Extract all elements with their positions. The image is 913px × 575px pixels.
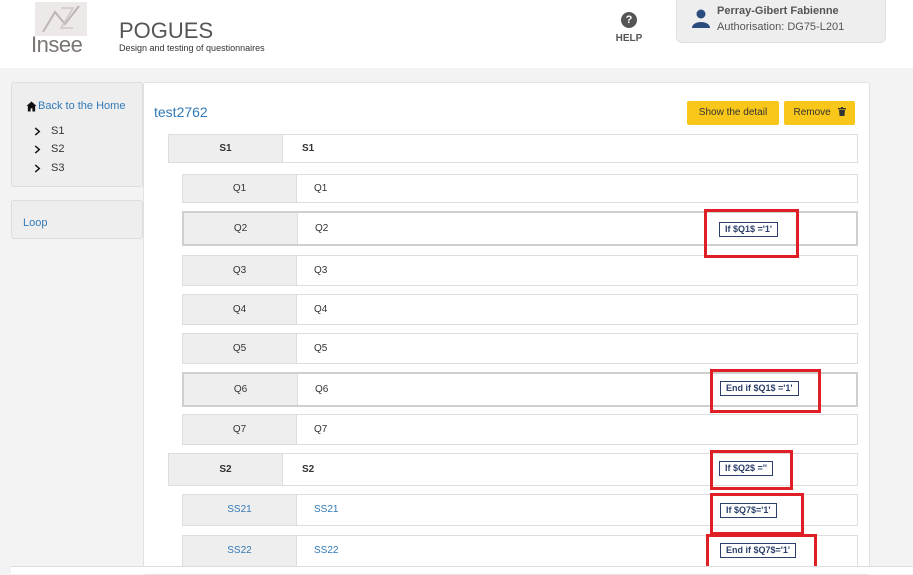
sidebar-item-label: S2 — [51, 143, 65, 155]
highlight-box — [710, 493, 804, 535]
sidebar-item-label: S1 — [51, 125, 65, 137]
highlight-box — [710, 450, 793, 490]
row-id: S1 — [169, 135, 283, 162]
sequence-row-s1[interactable]: S1 S1 — [168, 134, 858, 163]
row-label: Q7 — [314, 424, 328, 435]
question-row-q1[interactable]: Q1 Q1 — [182, 174, 858, 203]
user-name: Perray-Gibert Fabienne — [717, 5, 839, 17]
app-title: POGUES — [119, 18, 214, 43]
remove-label: Remove — [793, 107, 831, 118]
row-label: Q3 — [314, 265, 328, 276]
user-panel: Perray-Gibert Fabienne Authorisation: DG… — [676, 0, 886, 43]
row-id: Q6 — [184, 374, 298, 405]
row-id: SS21 — [183, 495, 297, 525]
sidebar-item-s1[interactable]: S1 — [34, 125, 64, 137]
user-authorisation: Authorisation: DG75-L201 — [717, 21, 845, 33]
row-label: SS21 — [314, 504, 339, 515]
row-id: Q7 — [183, 415, 297, 444]
user-icon — [692, 9, 710, 28]
sidebar-item-label: S3 — [51, 162, 65, 174]
sidebar-item-s3[interactable]: S3 — [34, 162, 64, 174]
sidebar-item-s2[interactable]: S2 — [34, 143, 64, 155]
row-id: Q4 — [183, 295, 297, 324]
row-id: Q3 — [183, 256, 297, 285]
logo-mark — [35, 2, 87, 36]
row-id: S2 — [169, 454, 283, 485]
show-detail-button[interactable]: Show the detail — [687, 101, 779, 125]
back-home-link[interactable]: Back to the Home — [26, 100, 125, 112]
chevron-right-icon — [34, 163, 41, 173]
row-label: Q5 — [314, 343, 328, 354]
app-subtitle: Design and testing of questionnaires — [119, 43, 265, 53]
remove-button[interactable]: Remove — [784, 101, 855, 125]
row-label: Q2 — [315, 223, 329, 234]
row-label: Q4 — [314, 304, 328, 315]
questionnaire-panel: test2762 Show the detail Remove S1 S1 Q1… — [143, 82, 870, 575]
header: Insee POGUES Design and testing of quest… — [0, 0, 913, 68]
row-id: Q1 — [183, 175, 297, 202]
questionnaire-title[interactable]: test2762 — [154, 104, 208, 120]
highlight-box — [710, 369, 821, 413]
sidebar-nav: Back to the Home S1 S2 S3 — [11, 82, 143, 187]
row-id: SS22 — [183, 536, 297, 566]
logo-text: Insee — [31, 32, 83, 57]
help-button[interactable]: ? HELP — [614, 12, 644, 44]
insee-logo[interactable]: Insee — [31, 2, 89, 57]
trash-icon — [837, 107, 846, 116]
question-row-q5[interactable]: Q5 Q5 — [182, 333, 858, 364]
question-row-q4[interactable]: Q4 Q4 — [182, 294, 858, 325]
row-label: Q1 — [314, 183, 328, 194]
chevron-right-icon — [34, 126, 41, 136]
row-label: S1 — [302, 143, 315, 154]
row-id: Q5 — [183, 334, 297, 363]
question-row-q7[interactable]: Q7 Q7 — [182, 414, 858, 445]
help-label: HELP — [615, 33, 643, 44]
help-icon: ? — [621, 12, 637, 28]
chevron-right-icon — [34, 144, 41, 154]
highlight-box — [704, 209, 799, 258]
row-label: SS22 — [314, 545, 339, 556]
home-icon — [26, 100, 37, 112]
back-home-label: Back to the Home — [38, 100, 126, 112]
row-id: Q2 — [184, 213, 298, 244]
row-label: Q6 — [315, 384, 329, 395]
loop-link[interactable]: Loop — [23, 217, 47, 229]
loop-panel: Loop — [11, 200, 143, 239]
question-row-q3[interactable]: Q3 Q3 — [182, 255, 858, 286]
row-label: S2 — [302, 464, 315, 475]
